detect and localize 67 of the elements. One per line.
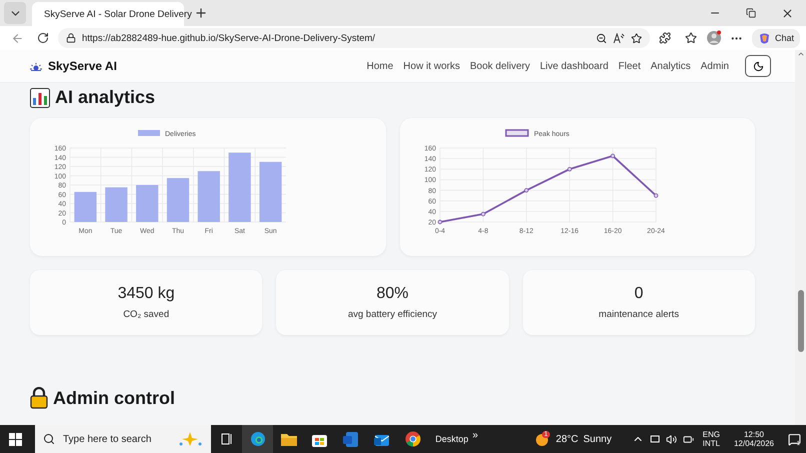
read-aloud-icon[interactable] bbox=[612, 32, 625, 44]
nav-link[interactable]: Admin bbox=[700, 60, 729, 72]
nav-link[interactable]: Analytics bbox=[650, 60, 691, 72]
url-text: https://ab2882489-hue.github.io/SkyServe-AI-Drone-Delivery-System/ bbox=[82, 32, 376, 44]
chart-point bbox=[524, 188, 528, 192]
chart-bar bbox=[228, 152, 251, 222]
search-icon bbox=[43, 433, 55, 445]
chart-bar bbox=[198, 171, 220, 222]
nav-link[interactable]: Home bbox=[366, 60, 394, 72]
section-heading: AI analytics bbox=[55, 87, 156, 108]
sparkle-icon bbox=[177, 431, 203, 447]
stat-label: avg battery efficiency bbox=[348, 309, 438, 320]
bar-chart-icon bbox=[30, 88, 50, 108]
padlock-icon bbox=[30, 387, 48, 409]
scrollbar-thumb[interactable] bbox=[798, 290, 804, 352]
nav-link[interactable]: Fleet bbox=[618, 60, 641, 72]
chat-button[interactable]: Chat bbox=[752, 28, 800, 48]
lock-icon bbox=[66, 33, 76, 43]
stat-value: 3450 kg bbox=[118, 285, 175, 303]
notification-icon[interactable] bbox=[788, 432, 800, 446]
chart-point bbox=[610, 154, 614, 158]
close-icon[interactable] bbox=[780, 6, 794, 20]
stat-label: CO₂ saved bbox=[123, 309, 170, 320]
star-icon[interactable] bbox=[684, 32, 697, 44]
nav-link[interactable]: Live dashboard bbox=[540, 60, 608, 72]
tab-title: SkyServe AI - Solar Drone Delivery bbox=[44, 8, 192, 20]
chart-bar bbox=[166, 178, 190, 222]
clock[interactable]: 12:50 12/04/2026 bbox=[734, 430, 774, 448]
chart-point bbox=[566, 166, 572, 172]
address-bar[interactable]: https://ab2882489-hue.github.io/SkyServe-AI-Drone-Delivery-System/ bbox=[58, 28, 650, 48]
moon-icon[interactable] bbox=[752, 60, 764, 72]
scroll-up-icon[interactable] bbox=[796, 50, 804, 58]
volume-icon[interactable] bbox=[666, 434, 677, 444]
brand-name: SkyServe AI bbox=[48, 59, 117, 73]
zoom-icon[interactable] bbox=[596, 32, 607, 44]
theme-toggle-button[interactable] bbox=[745, 55, 771, 77]
stat-label: maintenance alerts bbox=[598, 309, 679, 320]
nav-link[interactable]: How it works bbox=[403, 60, 460, 72]
profile-avatar[interactable] bbox=[706, 30, 722, 46]
chart-bar bbox=[136, 185, 158, 222]
new-tab-icon[interactable] bbox=[194, 6, 208, 20]
windows-start-icon[interactable] bbox=[9, 432, 22, 446]
language-indicator[interactable]: ENG INTL bbox=[702, 430, 720, 448]
reload-icon[interactable] bbox=[37, 32, 49, 44]
chart-point bbox=[653, 193, 658, 198]
chart-bar bbox=[74, 192, 97, 222]
back-icon[interactable] bbox=[10, 32, 24, 44]
edge-icon[interactable] bbox=[242, 425, 273, 453]
chart-point bbox=[480, 212, 485, 216]
stat-value: 80% bbox=[376, 285, 408, 303]
section-heading: Admin control bbox=[53, 388, 175, 408]
nav-link[interactable]: Book delivery bbox=[470, 60, 530, 72]
sun-logo-icon bbox=[30, 62, 42, 70]
chart-point bbox=[437, 220, 442, 224]
restore-icon[interactable] bbox=[746, 8, 756, 18]
more-chevron[interactable]: » bbox=[472, 430, 478, 440]
tab-list-button[interactable] bbox=[4, 2, 26, 24]
temperature-text: 28°C bbox=[556, 434, 578, 444]
stat-value: 0 bbox=[634, 285, 644, 303]
desktop-label[interactable]: Desktop bbox=[435, 434, 468, 444]
favorite-star-icon[interactable] bbox=[630, 32, 642, 44]
weather-text: Sunny bbox=[583, 434, 612, 444]
chart-bar bbox=[105, 187, 128, 222]
chart-bar bbox=[259, 162, 282, 222]
taskbar-search-field[interactable]: Type here to search bbox=[35, 425, 211, 453]
puzzle-icon[interactable] bbox=[658, 32, 671, 44]
battery-icon[interactable] bbox=[682, 434, 694, 444]
